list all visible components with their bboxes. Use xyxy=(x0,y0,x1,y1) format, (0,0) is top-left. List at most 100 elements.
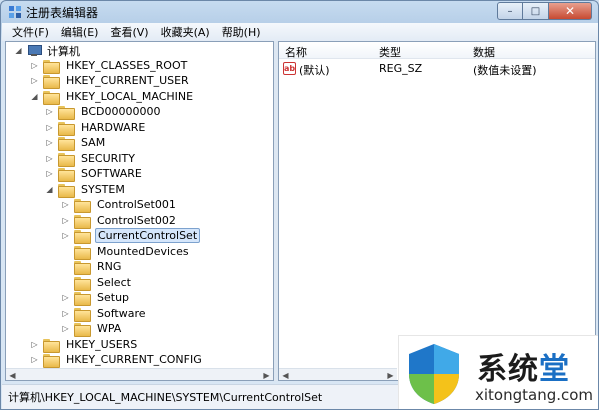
expand-arrow-icon[interactable]: ▷ xyxy=(61,324,70,333)
close-button[interactable]: ✕ xyxy=(549,2,592,20)
scroll-left-icon[interactable]: ◀ xyxy=(6,369,19,380)
watermark-brand-main: 系统 xyxy=(477,352,539,387)
folder-icon xyxy=(58,152,75,167)
expand-arrow-icon[interactable]: ▷ xyxy=(61,293,70,302)
watermark-brand: 系统堂 xyxy=(477,344,570,388)
expand-arrow-icon[interactable]: ▷ xyxy=(30,340,39,349)
string-value-icon: ab xyxy=(283,62,296,75)
folder-icon xyxy=(74,198,91,213)
expand-arrow-icon[interactable]: ▷ xyxy=(61,231,70,240)
key-tree-pane[interactable]: ◢ 计算机 ▷ HKEY_CLASSES_ROOT ▷ HKEY_CURRENT… xyxy=(5,41,274,381)
tree-node-setup[interactable]: ▷ Setup xyxy=(61,290,131,306)
folder-icon xyxy=(58,121,75,136)
no-expander xyxy=(61,247,70,256)
collapse-arrow-icon[interactable]: ◢ xyxy=(30,92,39,101)
tree-node-label: Select xyxy=(97,276,131,289)
value-type: REG_SZ xyxy=(379,62,423,75)
tree-node-wpa[interactable]: ▷ WPA xyxy=(61,321,123,337)
tree-node-select[interactable]: Select xyxy=(61,275,133,291)
title-bar[interactable]: 注册表编辑器 – □ ✕ xyxy=(1,1,598,23)
tree-node-mounteddevices[interactable]: MountedDevices xyxy=(61,244,191,260)
folder-icon xyxy=(43,74,60,89)
tree-node-label: HARDWARE xyxy=(81,121,146,134)
folder-icon xyxy=(74,229,91,244)
folder-icon xyxy=(43,338,60,353)
tree-node-label: HKEY_CLASSES_ROOT xyxy=(66,59,188,72)
expand-arrow-icon[interactable]: ▷ xyxy=(30,355,39,364)
watermark-url: xitongtang.com xyxy=(475,386,594,404)
tree-node-computer[interactable]: ◢ 计算机 xyxy=(14,43,82,58)
tree-node-hkcu[interactable]: ▷ HKEY_CURRENT_USER xyxy=(30,73,191,89)
tree-node-controlset001[interactable]: ▷ ControlSet001 xyxy=(61,197,178,213)
folder-icon xyxy=(74,322,91,337)
menu-edit[interactable]: 编辑(E) xyxy=(55,24,105,40)
expand-arrow-icon[interactable]: ▷ xyxy=(45,138,54,147)
tree-horizontal-scrollbar[interactable]: ◀ ▶ xyxy=(6,368,273,380)
folder-icon xyxy=(43,59,60,74)
tree-node-label: 计算机 xyxy=(47,44,80,58)
tree-node-hklm[interactable]: ◢ HKEY_LOCAL_MACHINE xyxy=(30,89,195,105)
watermark-brand-accent: 堂 xyxy=(539,352,570,387)
no-expander xyxy=(61,278,70,287)
expand-arrow-icon[interactable]: ▷ xyxy=(45,154,54,163)
tree-node-software[interactable]: ▷ SOFTWARE xyxy=(45,166,144,182)
menu-help[interactable]: 帮助(H) xyxy=(216,24,267,40)
tree-node-label: CurrentControlSet xyxy=(95,228,201,243)
folder-icon xyxy=(74,291,91,306)
expand-arrow-icon[interactable]: ▷ xyxy=(61,216,70,225)
tree-node-hkcr[interactable]: ▷ HKEY_CLASSES_ROOT xyxy=(30,58,189,74)
table-row[interactable]: ab (默认) REG_SZ (数值未设置) xyxy=(279,62,595,77)
tree-node-sam[interactable]: ▷ SAM xyxy=(45,135,107,151)
value-list-pane[interactable]: 名称 类型 数据 ab (默认) REG_SZ (数值未设置) ◀ ▶ xyxy=(278,41,596,381)
expand-arrow-icon[interactable]: ▷ xyxy=(30,61,39,70)
tree-node-hku[interactable]: ▷ HKEY_USERS xyxy=(30,337,139,353)
regedit-icon xyxy=(9,6,21,18)
value-name: (默认) xyxy=(299,64,330,77)
minimize-button[interactable]: – xyxy=(497,2,523,20)
tree-node-label: WPA xyxy=(97,322,122,335)
menu-favorites[interactable]: 收藏夹(A) xyxy=(155,24,216,40)
expand-arrow-icon[interactable]: ▷ xyxy=(30,76,39,85)
maximize-button[interactable]: □ xyxy=(523,2,549,20)
expand-arrow-icon[interactable]: ▷ xyxy=(45,123,54,132)
expand-arrow-icon[interactable]: ▷ xyxy=(61,309,70,318)
tree-node-bcd[interactable]: ▷ BCD00000000 xyxy=(45,104,163,120)
folder-icon xyxy=(58,167,75,182)
tree-node-currentcontrolset[interactable]: ▷ CurrentControlSet xyxy=(61,228,201,244)
tree-node-label: MountedDevices xyxy=(97,245,189,258)
tree-node-label: ControlSet002 xyxy=(97,214,176,227)
scroll-right-icon[interactable]: ▶ xyxy=(260,369,273,380)
column-type[interactable]: 类型 xyxy=(379,44,401,60)
tree-node-label: BCD00000000 xyxy=(81,105,161,118)
folder-icon xyxy=(58,136,75,151)
column-header: 名称 类型 数据 xyxy=(279,42,595,59)
tree-node-label: HKEY_USERS xyxy=(66,338,138,351)
tree-node-security[interactable]: ▷ SECURITY xyxy=(45,151,137,167)
collapse-arrow-icon[interactable]: ◢ xyxy=(14,46,23,55)
expand-arrow-icon[interactable]: ▷ xyxy=(45,169,54,178)
tree-node-label: RNG xyxy=(97,260,122,273)
column-data[interactable]: 数据 xyxy=(473,44,495,60)
folder-icon xyxy=(74,276,91,291)
caption-buttons: – □ ✕ xyxy=(497,2,592,20)
menu-view[interactable]: 查看(V) xyxy=(104,24,154,40)
expand-arrow-icon[interactable]: ▷ xyxy=(61,200,70,209)
folder-icon xyxy=(43,90,60,105)
collapse-arrow-icon[interactable]: ◢ xyxy=(45,185,54,194)
regedit-window: 注册表编辑器 – □ ✕ 文件(F) 编辑(E) 查看(V) 收藏夹(A) 帮助… xyxy=(0,0,599,410)
tree-node-hardware[interactable]: ▷ HARDWARE xyxy=(45,120,147,136)
tree-node-rng[interactable]: RNG xyxy=(61,259,123,275)
tree-node-controlset002[interactable]: ▷ ControlSet002 xyxy=(61,213,178,229)
scroll-left-icon[interactable]: ◀ xyxy=(279,369,292,380)
menu-file[interactable]: 文件(F) xyxy=(6,24,55,40)
folder-icon xyxy=(58,105,75,120)
column-name[interactable]: 名称 xyxy=(285,44,307,60)
tree-node-system[interactable]: ◢ SYSTEM xyxy=(45,182,127,198)
tree-node-hkcc[interactable]: ▷ HKEY_CURRENT_CONFIG xyxy=(30,352,204,368)
expand-arrow-icon[interactable]: ▷ xyxy=(45,107,54,116)
tree-node-label: SOFTWARE xyxy=(81,167,142,180)
tree-node-label: SAM xyxy=(81,136,106,149)
tree-node-software-sub[interactable]: ▷ Software xyxy=(61,306,148,322)
scroll-right-icon[interactable]: ▶ xyxy=(384,369,397,380)
list-horizontal-scrollbar[interactable]: ◀ ▶ xyxy=(279,368,397,380)
